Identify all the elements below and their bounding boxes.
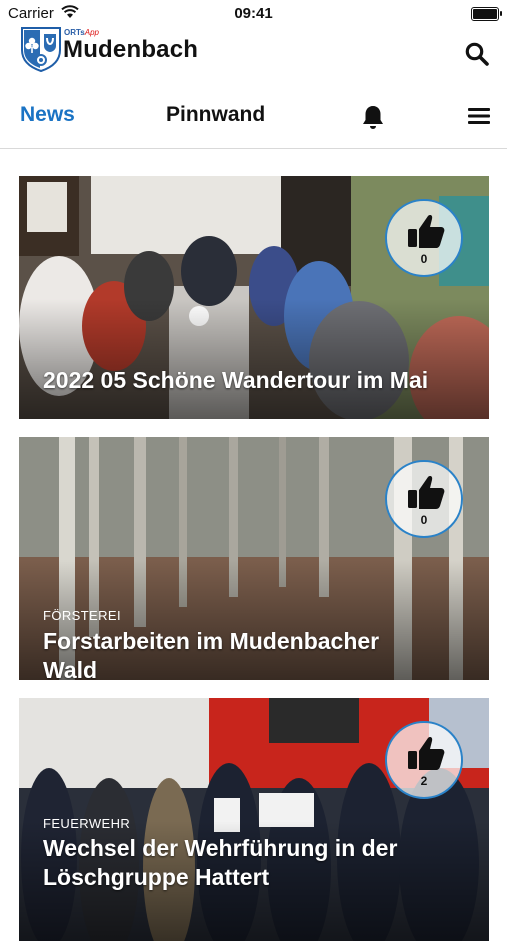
news-card[interactable]: 0 2022 05 Schöne Wandertour im Mai — [19, 176, 489, 419]
tab-pinnwand[interactable]: Pinnwand — [166, 103, 265, 127]
news-category: FÖRSTEREI — [43, 608, 121, 623]
like-button[interactable]: 2 — [385, 721, 463, 799]
like-button[interactable]: 0 — [385, 199, 463, 277]
thumbs-up-icon — [408, 737, 445, 770]
news-category: FEUERWEHR — [43, 816, 131, 831]
header-divider — [0, 148, 507, 149]
menu-icon[interactable] — [468, 106, 490, 126]
like-count: 0 — [420, 252, 428, 266]
like-count: 2 — [420, 774, 428, 788]
news-title: Forstarbeiten im Mudenbacher Wald — [43, 628, 380, 680]
crest-logo-icon — [21, 27, 61, 72]
news-card[interactable]: 0 FÖRSTEREI Forstarbeiten im Mudenbacher… — [19, 437, 489, 680]
like-count: 0 — [420, 513, 428, 527]
thumbs-up-icon — [408, 215, 445, 248]
tab-news[interactable]: News — [20, 103, 75, 127]
app-header: ORTsApp Mudenbach — [0, 26, 507, 78]
news-title: Wechsel der Wehrführung in der Löschgrup… — [43, 835, 398, 890]
news-title: 2022 05 Schöne Wandertour im Mai — [43, 367, 429, 393]
image-shade — [19, 299, 489, 419]
like-button[interactable]: 0 — [385, 460, 463, 538]
app-title: Mudenbach — [63, 36, 199, 63]
thumbs-up-icon — [408, 476, 445, 509]
status-bar: Carrier 09:41 — [0, 0, 507, 26]
search-icon[interactable] — [464, 41, 490, 67]
clock: 09:41 — [234, 5, 273, 22]
tab-bar: News Pinnwand — [0, 96, 507, 140]
bell-icon[interactable] — [361, 104, 385, 130]
battery-icon — [471, 7, 502, 21]
news-card[interactable]: 2 FEUERWEHR Wechsel der Wehrführung in d… — [19, 698, 489, 941]
